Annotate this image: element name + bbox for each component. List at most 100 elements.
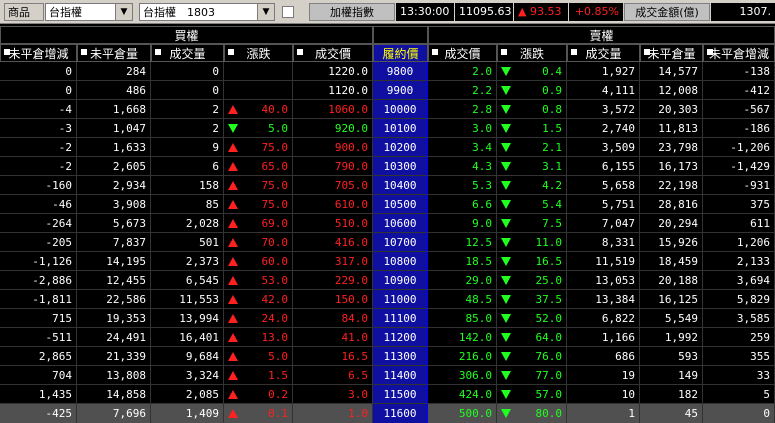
cell-value: 10500 xyxy=(383,198,417,211)
cell-call-change: 53.0 xyxy=(224,271,293,290)
cell-call-open-interest: 3,908 xyxy=(77,195,151,214)
cell-value: 686 xyxy=(615,350,635,363)
cell-value: 10300 xyxy=(383,160,417,173)
cell-put-open-interest: 16,125 xyxy=(640,290,703,309)
cell-call-change: 75.0 xyxy=(224,176,293,195)
option-row[interactable]: -425 7,696 1,409 0.1 1.0 11600 500.0 80.0 1 45 0 xyxy=(0,404,775,423)
cell-value: 2,028 xyxy=(185,217,219,230)
column-header-put-volume[interactable]: 成交量 xyxy=(567,44,640,62)
column-header-call-open-interest[interactable]: 未平倉量 xyxy=(77,44,151,62)
cell-value: -1,206 xyxy=(730,141,770,154)
column-header-label: 未平倉量 xyxy=(647,47,696,61)
up-triangle-icon xyxy=(228,371,238,380)
cell-put-oi-change: 33 xyxy=(703,366,775,385)
column-header-call-change[interactable]: 漲跌 xyxy=(224,44,293,62)
index-change-value: 93.53 xyxy=(529,5,562,18)
cell-put-volume: 1,927 xyxy=(567,62,640,81)
cell-put-open-interest: 5,549 xyxy=(640,309,703,328)
option-row[interactable]: -4 1,668 2 40.0 1060.0 10000 2.8 0.8 3,572 20,303… xyxy=(0,100,775,119)
cell-call-oi-change: -2 xyxy=(0,138,77,157)
option-row[interactable]: -1,811 22,586 11,553 42.0 150.0 11000 48.5 37.5… xyxy=(0,290,775,309)
column-header-call-volume[interactable]: 成交量 xyxy=(151,44,224,62)
cell-call-price: 705.0 xyxy=(293,176,373,195)
cell-call-oi-change: 0 xyxy=(0,62,77,81)
option-row[interactable]: -2,886 12,455 6,545 53.0 229.0 10900 29.0 25.0 1… xyxy=(0,271,775,290)
option-row[interactable]: -160 2,934 158 75.0 705.0 10400 5.3 4.2 5,658 22,… xyxy=(0,176,775,195)
cell-value: 13.0 xyxy=(261,331,289,344)
cell-put-price: 5.3 xyxy=(428,176,497,195)
chevron-down-icon[interactable]: ▼ xyxy=(115,4,132,20)
option-row[interactable]: 715 19,353 13,994 24.0 84.0 11100 85.0 52.0 6,82… xyxy=(0,309,775,328)
cell-call-price: 150.0 xyxy=(293,290,373,309)
column-header-put-price[interactable]: 成交價 xyxy=(428,44,497,62)
cell-value: 77.0 xyxy=(535,369,563,382)
chevron-down-icon[interactable]: ▼ xyxy=(257,4,274,20)
contract-select[interactable]: 台指權 1803 ▼ xyxy=(139,3,275,21)
cell-value: 53.0 xyxy=(261,274,289,287)
cell-value: 7,837 xyxy=(112,236,146,249)
down-triangle-icon xyxy=(501,390,511,399)
cell-call-oi-change: 715 xyxy=(0,309,77,328)
column-header-call-oi-change[interactable]: 未平倉增減 xyxy=(0,44,77,62)
cell-value: 60.0 xyxy=(261,255,289,268)
cell-call-open-interest: 7,696 xyxy=(77,404,151,423)
option-row[interactable]: -2 1,633 9 75.0 900.0 10200 3.4 2.1 3,509 23,798 -… xyxy=(0,138,775,157)
option-checkbox[interactable] xyxy=(282,6,294,18)
option-row[interactable]: -1,126 14,195 2,373 60.0 317.0 10800 18.5 16.5 1… xyxy=(0,252,775,271)
cell-put-oi-change: -412 xyxy=(703,81,775,100)
down-triangle-icon xyxy=(501,105,511,114)
cell-value: 52.0 xyxy=(535,312,563,325)
option-row[interactable]: -264 5,673 2,028 69.0 510.0 10600 9.0 7.5 7,047 2… xyxy=(0,214,775,233)
cell-value: 28,816 xyxy=(658,198,698,211)
cell-call-change: 24.0 xyxy=(224,309,293,328)
cell-value: 5,673 xyxy=(112,217,146,230)
cell-value: 75.0 xyxy=(261,141,289,154)
cell-strike-price: 10200 xyxy=(373,138,428,157)
column-header-put-open-interest[interactable]: 未平倉量 xyxy=(640,44,703,62)
cell-strike-price: 11600 xyxy=(373,404,428,423)
product-select[interactable]: 台指權 ▼ xyxy=(45,3,133,21)
cell-put-volume: 4,111 xyxy=(567,81,640,100)
cell-value: 4,111 xyxy=(601,84,635,97)
cell-value: 259 xyxy=(750,331,770,344)
column-header-call-price[interactable]: 成交價 xyxy=(293,44,373,62)
cell-value: 1,633 xyxy=(112,141,146,154)
option-row[interactable]: 704 13,808 3,324 1.5 6.5 11400 306.0 77.0 19 149 3… xyxy=(0,366,775,385)
cell-value: 284 xyxy=(126,65,146,78)
column-headers: 未平倉增減 未平倉量 成交量 漲跌 成交價 履約價 成交價 漲跌 成交量 未平倉量 未平倉增減 xyxy=(0,44,775,62)
cell-call-volume: 11,553 xyxy=(151,290,224,309)
option-row[interactable]: 2,865 21,339 9,684 5.0 16.5 11300 216.0 76.0 686… xyxy=(0,347,775,366)
cell-value: 14,195 xyxy=(106,255,146,268)
cell-call-open-interest: 21,339 xyxy=(77,347,151,366)
cell-strike-price: 10900 xyxy=(373,271,428,290)
option-row[interactable]: 0 486 0 1120.0 9900 2.2 0.9 4,111 12,008 -412 xyxy=(0,81,775,100)
column-header-strike-price[interactable]: 履約價 xyxy=(373,44,428,62)
option-row[interactable]: -205 7,837 501 70.0 416.0 10700 12.5 11.0 8,331 1… xyxy=(0,233,775,252)
cell-call-oi-change: -2,886 xyxy=(0,271,77,290)
option-row[interactable]: 0 284 0 1220.0 9800 2.0 0.4 1,927 14,577 -138 xyxy=(0,62,775,81)
cell-put-change: 11.0 xyxy=(497,233,567,252)
option-row[interactable]: -46 3,908 85 75.0 610.0 10500 6.6 5.4 5,751 28,81… xyxy=(0,195,775,214)
cell-call-change: 1.5 xyxy=(224,366,293,385)
cell-call-price: 41.0 xyxy=(293,328,373,347)
cell-value: 11300 xyxy=(383,350,417,363)
cell-put-price: 216.0 xyxy=(428,347,497,366)
index-value: 11095.63 xyxy=(455,3,513,21)
cell-put-change: 64.0 xyxy=(497,328,567,347)
cell-value: 216.0 xyxy=(458,350,492,363)
cell-call-open-interest: 12,455 xyxy=(77,271,151,290)
option-row[interactable]: -511 24,491 16,401 13.0 41.0 11200 142.0 64.0 1,… xyxy=(0,328,775,347)
cell-put-volume: 1 xyxy=(567,404,640,423)
index-change: ▲ 93.53 xyxy=(514,3,568,21)
column-header-put-oi-change[interactable]: 未平倉增減 xyxy=(703,44,775,62)
cell-put-oi-change: -186 xyxy=(703,119,775,138)
turnover-value: 1307. xyxy=(711,3,775,21)
option-row[interactable]: 1,435 14,858 2,085 0.2 3.0 11500 424.0 57.0 10 18… xyxy=(0,385,775,404)
turnover-label: 成交金額(億) xyxy=(624,3,710,21)
cell-strike-price: 11400 xyxy=(373,366,428,385)
cell-value: 0.2 xyxy=(268,388,288,401)
cell-value: 501 xyxy=(199,236,219,249)
option-row[interactable]: -2 2,605 6 65.0 790.0 10300 4.3 3.1 6,155 16,173 -… xyxy=(0,157,775,176)
option-row[interactable]: -3 1,047 2 5.0 920.0 10100 3.0 1.5 2,740 11,813 -1… xyxy=(0,119,775,138)
column-header-put-change[interactable]: 漲跌 xyxy=(497,44,567,62)
